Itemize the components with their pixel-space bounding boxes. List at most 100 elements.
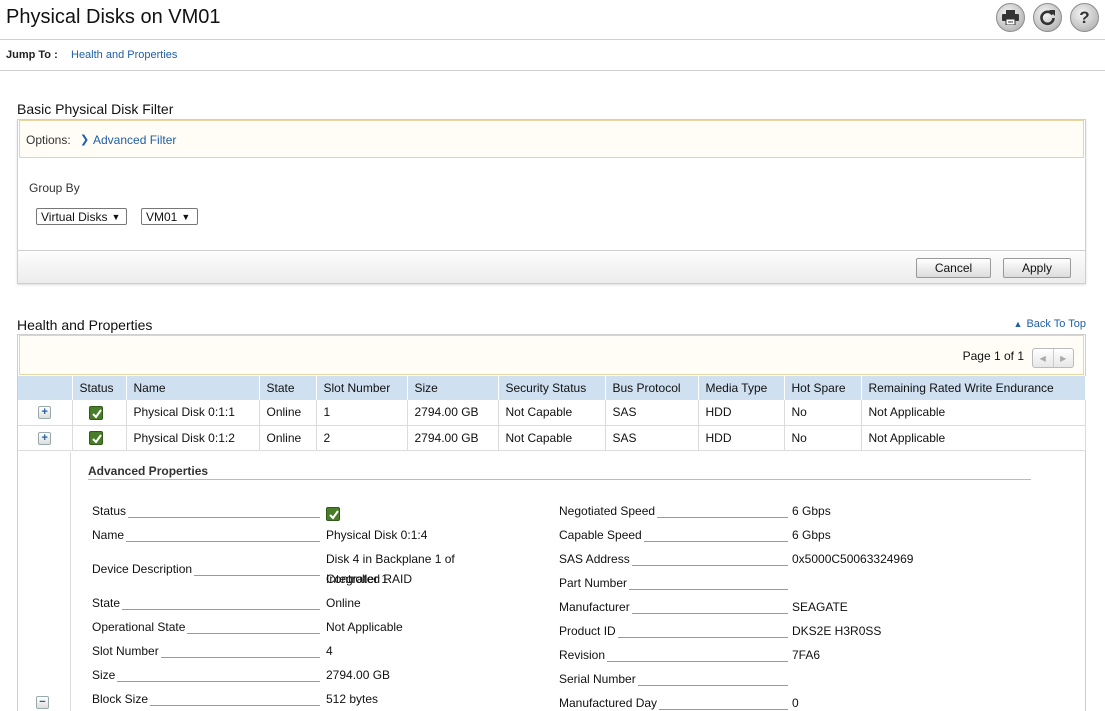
prop-label: Slot Number bbox=[92, 644, 161, 658]
hot-spare-cell: No bbox=[784, 425, 862, 451]
col-media-type[interactable]: Media Type bbox=[698, 376, 785, 400]
prop-label: Serial Number bbox=[559, 672, 638, 686]
status-ok-icon bbox=[88, 405, 103, 420]
prop-slot-number: Slot Number 4 bbox=[92, 644, 492, 662]
page-title: Physical Disks on VM01 bbox=[6, 6, 221, 28]
bus-cell: SAS bbox=[605, 425, 699, 451]
table-row: + Physical Disk 0:1:1 Online 1 2794.00 G… bbox=[18, 400, 1086, 426]
prop-label: Capable Speed bbox=[559, 528, 644, 542]
col-hot-spare[interactable]: Hot Spare bbox=[784, 376, 862, 400]
prop-value: DKS2E H3R0SS bbox=[792, 624, 882, 638]
prop-operational-state: Operational State Not Applicable bbox=[92, 620, 492, 638]
expand-cell: + bbox=[18, 425, 73, 451]
col-bus-protocol[interactable]: Bus Protocol bbox=[605, 376, 699, 400]
help-icon[interactable]: ? bbox=[1070, 3, 1099, 32]
prop-sas-address: SAS Address 0x5000C50063324969 bbox=[559, 552, 989, 570]
prop-label: Block Size bbox=[92, 692, 151, 706]
prop-value: 7FA6 bbox=[792, 648, 821, 662]
print-icon[interactable] bbox=[996, 3, 1025, 32]
prop-value: SEAGATE bbox=[792, 600, 848, 614]
filter-panel: Options: ❯ Advanced Filter Group By Virt… bbox=[17, 119, 1086, 284]
hot-spare-cell: No bbox=[784, 400, 862, 426]
prop-label: Negotiated Speed bbox=[559, 504, 658, 518]
slot-cell: 2 bbox=[316, 425, 408, 451]
col-size[interactable]: Size bbox=[407, 376, 499, 400]
prop-value: 0x5000C50063324969 bbox=[792, 552, 914, 566]
filter-footer: Cancel Apply bbox=[18, 250, 1085, 283]
prop-value: 0 bbox=[792, 696, 799, 710]
prop-label: Product ID bbox=[559, 624, 618, 638]
group-by-label: Group By bbox=[29, 181, 80, 195]
pager-buttons: ◀ ▶ bbox=[1032, 348, 1074, 368]
group-by-select[interactable]: Virtual Disks ▼ bbox=[36, 208, 127, 225]
prop-label: Part Number bbox=[559, 576, 630, 590]
prop-part-number: Part Number bbox=[559, 576, 989, 594]
prop-block-size: Block Size 512 bytes bbox=[92, 692, 492, 710]
prop-label: Manufacturer bbox=[559, 600, 632, 614]
prop-value: 2794.00 GB bbox=[326, 668, 391, 682]
table-row: + Physical Disk 0:1:2 Online 2 2794.00 G… bbox=[18, 425, 1086, 451]
next-page-icon[interactable]: ▶ bbox=[1052, 349, 1074, 367]
security-cell: Not Capable bbox=[498, 425, 606, 451]
status-ok-icon bbox=[88, 430, 103, 445]
cancel-button[interactable]: Cancel bbox=[916, 258, 991, 278]
prop-label: Name bbox=[92, 528, 127, 542]
prop-name: Name Physical Disk 0:1:4 bbox=[92, 528, 492, 546]
col-security-status[interactable]: Security Status bbox=[498, 376, 606, 400]
advanced-properties-title: Advanced Properties bbox=[88, 464, 209, 478]
col-write-endurance[interactable]: Remaining Rated Write Endurance bbox=[861, 376, 1086, 400]
jump-divider bbox=[0, 70, 1105, 71]
prop-value: Online bbox=[326, 596, 361, 610]
advanced-properties-panel: − Advanced Properties Status Name Physic… bbox=[18, 452, 1086, 711]
prop-device-description: Device Description Disk 4 in Backplane 1… bbox=[92, 552, 492, 586]
prop-value: 512 bytes bbox=[326, 692, 379, 706]
disk-table: Status Name State Slot Number Size Secur… bbox=[18, 376, 1086, 451]
options-label: Options: bbox=[26, 133, 71, 147]
prop-product-id: Product ID DKS2E H3R0SS bbox=[559, 624, 989, 642]
collapse-minus-icon[interactable]: − bbox=[36, 696, 49, 709]
expand-plus-icon[interactable]: + bbox=[38, 431, 52, 445]
toolbar-icons: ? bbox=[996, 3, 1099, 32]
prop-value: 6 Gbps bbox=[792, 504, 831, 518]
slot-cell: 1 bbox=[316, 400, 408, 426]
apply-button[interactable]: Apply bbox=[1003, 258, 1071, 278]
prop-revision: Revision 7FA6 bbox=[559, 648, 989, 666]
col-state[interactable]: State bbox=[259, 376, 317, 400]
jump-link-health[interactable]: Health and Properties bbox=[71, 49, 177, 61]
col-name[interactable]: Name bbox=[126, 376, 260, 400]
detail-control-column: − bbox=[18, 452, 71, 711]
back-to-top-link[interactable]: ▲ Back To Top bbox=[1014, 318, 1086, 330]
media-cell: HDD bbox=[698, 400, 785, 426]
prop-label: Device Description bbox=[92, 562, 195, 576]
pager-bar: Page 1 of 1 ◀ ▶ bbox=[19, 335, 1084, 375]
endurance-cell: Not Applicable bbox=[861, 400, 1086, 426]
target-select[interactable]: VM01 ▼ bbox=[141, 208, 198, 225]
prop-label: Operational State bbox=[92, 620, 188, 634]
state-cell: Online bbox=[259, 425, 317, 451]
prop-manufacturer: Manufacturer SEAGATE bbox=[559, 600, 989, 618]
prop-manufactured-day: Manufactured Day 0 bbox=[559, 696, 989, 711]
group-by-value: Virtual Disks bbox=[41, 209, 108, 224]
filter-section-title: Basic Physical Disk Filter bbox=[17, 101, 174, 117]
chevron-down-icon: ▼ bbox=[111, 211, 121, 222]
expand-plus-icon[interactable]: + bbox=[38, 406, 52, 420]
col-status[interactable]: Status bbox=[72, 376, 127, 400]
prop-state: State Online bbox=[92, 596, 492, 614]
name-cell: Physical Disk 0:1:1 bbox=[126, 400, 260, 426]
expand-cell: + bbox=[18, 400, 73, 426]
page-indicator: Page 1 of 1 bbox=[962, 349, 1024, 363]
name-cell: Physical Disk 0:1:2 bbox=[126, 425, 260, 451]
triangle-up-icon: ▲ bbox=[1013, 319, 1023, 329]
jump-to-label: Jump To : bbox=[6, 49, 58, 61]
prop-capable-speed: Capable Speed 6 Gbps bbox=[559, 528, 989, 546]
prop-serial-number: Serial Number bbox=[559, 672, 989, 690]
col-slot-number[interactable]: Slot Number bbox=[316, 376, 408, 400]
prop-label: Size bbox=[92, 668, 118, 682]
prop-value-line2: Controller 1 bbox=[326, 572, 389, 586]
target-value: VM01 bbox=[146, 209, 178, 224]
advanced-filter-link[interactable]: Advanced Filter bbox=[93, 133, 176, 147]
prop-label: Manufactured Day bbox=[559, 696, 660, 710]
col-expand bbox=[18, 376, 73, 400]
refresh-icon[interactable] bbox=[1033, 3, 1062, 32]
prev-page-icon[interactable]: ◀ bbox=[1033, 349, 1053, 367]
